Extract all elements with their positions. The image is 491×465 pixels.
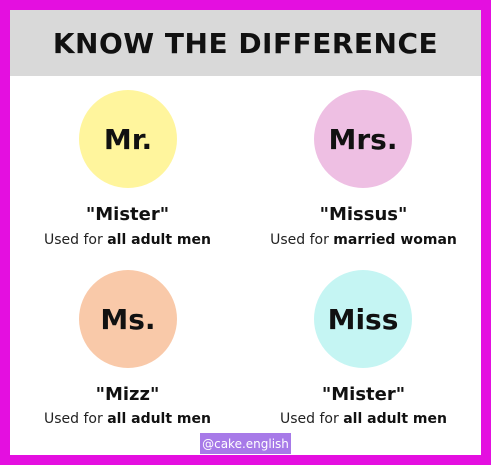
circle-badge: Mr.: [79, 90, 177, 188]
usage-description: Used for married woman: [246, 232, 481, 248]
watermark-tag: @cake.english: [200, 433, 291, 454]
pronunciation-label: "Mizz": [95, 384, 160, 405]
item-ms: Ms. "Mizz" Used for all adult men: [10, 268, 245, 453]
usage-emphasis: all adult men: [107, 411, 211, 427]
usage-prefix: Used for: [44, 232, 108, 248]
abbreviation-label: Miss: [327, 302, 399, 336]
usage-emphasis: all adult men: [343, 411, 447, 427]
page-title: KNOW THE DIFFERENCE: [52, 26, 439, 60]
header-banner: KNOW THE DIFFERENCE: [10, 10, 481, 76]
abbreviation-label: Mr.: [103, 122, 153, 156]
circle-badge: Miss: [314, 270, 412, 368]
usage-prefix: Used for: [44, 411, 108, 427]
pronunciation-label: "Mister": [85, 204, 170, 225]
usage-emphasis: married woman: [333, 232, 457, 248]
usage-description: Used for all adult men: [10, 411, 245, 427]
usage-prefix: Used for: [270, 232, 334, 248]
usage-emphasis: all adult men: [107, 232, 211, 248]
pronunciation-label: "Missus": [319, 204, 408, 225]
abbreviation-label: Mrs.: [328, 122, 398, 156]
item-miss: Miss "Mister" Used for all adult men: [246, 268, 481, 453]
circle-badge: Mrs.: [314, 90, 412, 188]
usage-prefix: Used for: [280, 411, 344, 427]
item-mr: Mr. "Mister" Used for all adult men: [10, 88, 245, 273]
abbreviation-label: Ms.: [100, 302, 156, 336]
infographic-card: KNOW THE DIFFERENCE Mr. "Mister" Used fo…: [10, 10, 481, 455]
circle-badge: Ms.: [79, 270, 177, 368]
pronunciation-label: "Mister": [321, 384, 406, 405]
item-mrs: Mrs. "Missus" Used for married woman: [246, 88, 481, 273]
usage-description: Used for all adult men: [10, 232, 245, 248]
usage-description: Used for all adult men: [246, 411, 481, 427]
